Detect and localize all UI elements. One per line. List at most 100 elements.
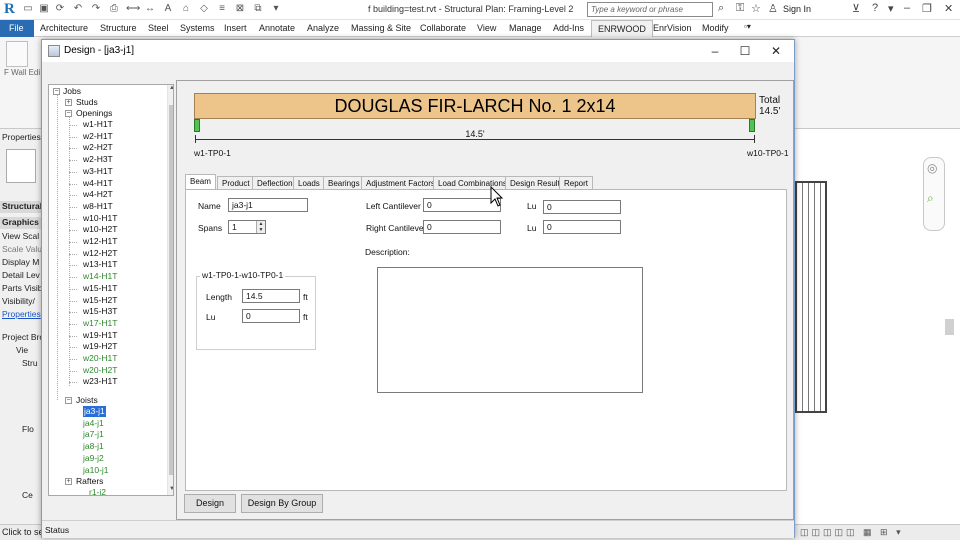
tree-node-jobs[interactable]: Jobs <box>63 86 81 97</box>
search-icon[interactable]: ⌕ <box>718 2 724 15</box>
tree-node-opening[interactable]: w15-H3T <box>83 306 117 317</box>
tree-node-opening[interactable]: w12-H2T <box>83 248 117 259</box>
collapse-joists-icon[interactable]: − <box>65 397 72 404</box>
tab-massing-site[interactable]: Massing & Site <box>351 23 411 33</box>
graphics-section[interactable]: Graphics <box>0 217 42 229</box>
jobs-tree[interactable]: − Jobs + Studs − Openings w1-H1T w2-H1T w2… <box>48 84 174 496</box>
scroll-down-icon[interactable]: ▼ <box>169 486 173 492</box>
keyword-search-input[interactable]: Type a keyword or phrase <box>587 2 713 17</box>
collapse-openings-icon[interactable]: − <box>65 110 72 117</box>
tab-insert[interactable]: Insert <box>224 23 247 33</box>
tree-scrollbar[interactable]: ▲ ▼ <box>167 85 173 495</box>
design-button[interactable]: Design <box>184 494 236 513</box>
tab-file[interactable]: File <box>0 20 34 37</box>
tree-node-opening[interactable]: w4-H2T <box>83 189 113 200</box>
tree-node-joist[interactable]: ja3-j1 <box>83 406 106 417</box>
tree-node-opening[interactable]: w14-H1T <box>83 271 117 282</box>
customize-qa-icon[interactable]: ▾ <box>270 3 282 15</box>
tree-node-opening[interactable]: w23-H1T <box>83 376 117 387</box>
open-icon[interactable]: ▭ <box>22 3 34 15</box>
tree-node-opening[interactable]: w8-H1T <box>83 201 113 212</box>
tab-report[interactable]: Report <box>559 176 594 190</box>
tab-loads[interactable]: Loads <box>293 176 325 190</box>
wall-edit-icon[interactable] <box>6 41 28 67</box>
tree-node-rafter-partial[interactable]: r1-j2 <box>89 487 106 495</box>
vertical-scrollbar[interactable] <box>945 319 954 335</box>
tree-node-opening[interactable]: w10-H1T <box>83 213 117 224</box>
cart-icon[interactable]: ⊻ <box>852 2 860 15</box>
prop-display-model[interactable]: Display M <box>2 257 42 267</box>
design-by-group-button[interactable]: Design By Group <box>241 494 323 513</box>
user-icon[interactable]: ♙ <box>768 2 778 15</box>
tree-node-opening[interactable]: w17-H1T <box>83 318 117 329</box>
close-icon[interactable]: ✕ <box>944 2 953 15</box>
tree-node-opening[interactable]: w20-H1T <box>83 353 117 364</box>
tree-node-joist[interactable]: ja8-j1 <box>83 441 104 452</box>
prop-view-scale[interactable]: View Scal <box>2 231 42 241</box>
type-selector-icon[interactable] <box>6 149 36 183</box>
tab-architecture[interactable]: Architecture <box>40 23 88 33</box>
tab-add-ins[interactable]: Add-Ins <box>553 23 584 33</box>
sync-icon[interactable]: ⟳ <box>54 3 66 15</box>
name-input[interactable]: ja3-j1 <box>228 198 308 212</box>
tree-node-opening[interactable]: w10-H2T <box>83 224 117 235</box>
subscription-icon[interactable]: ⚿ <box>736 2 744 15</box>
revit-logo[interactable]: R <box>4 1 18 18</box>
tree-node-rafters[interactable]: Rafters <box>76 476 103 487</box>
tree-node-opening[interactable]: w4-H1T <box>83 178 113 189</box>
tab-product[interactable]: Product <box>217 176 255 190</box>
favorites-icon[interactable]: ☆ <box>751 2 761 15</box>
section-icon[interactable]: ◇ <box>198 3 210 15</box>
properties-help-link[interactable]: Properties <box>2 309 42 319</box>
minimize-icon[interactable]: – <box>904 2 910 14</box>
tab-enrvision[interactable]: EnrVision <box>653 23 691 33</box>
tree-node-opening[interactable]: w12-H1T <box>83 236 117 247</box>
tree-node-opening[interactable]: w15-H1T <box>83 283 117 294</box>
sign-in-link[interactable]: Sign In <box>783 4 811 14</box>
dialog-maximize-button[interactable]: ☐ <box>730 42 760 60</box>
tab-bearings[interactable]: Bearings <box>323 176 365 190</box>
tab-view[interactable]: View <box>477 23 496 33</box>
tree-node-opening[interactable]: w2-H1T <box>83 131 113 142</box>
restore-icon[interactable]: ❐ <box>922 2 932 15</box>
tab-deflection[interactable]: Deflection <box>252 176 298 190</box>
zoom-icon[interactable]: ⌕ <box>927 191 934 206</box>
tab-adjustment-factors[interactable]: Adjustment Factors <box>361 176 440 190</box>
lu-span-input[interactable]: 0 <box>242 309 300 323</box>
thin-lines-icon[interactable]: ≡ <box>216 3 228 15</box>
tab-structure[interactable]: Structure <box>100 23 137 33</box>
tree-node-opening[interactable]: w19-H2T <box>83 341 117 352</box>
tree-node-opening[interactable]: w13-H1T <box>83 259 117 270</box>
tree-node-studs[interactable]: Studs <box>76 97 98 108</box>
tree-node-joist[interactable]: ja4-j1 <box>83 418 104 429</box>
tree-node-opening[interactable]: w2-H2T <box>83 142 113 153</box>
description-textarea[interactable] <box>377 267 643 393</box>
scroll-up-icon[interactable]: ▲ <box>169 85 173 91</box>
length-input[interactable]: 14.5 <box>242 289 300 303</box>
tab-beam[interactable]: Beam <box>185 174 216 190</box>
tab-enrwood[interactable]: ENRWOOD <box>591 20 653 37</box>
help-dropdown-icon[interactable]: ▾ <box>888 2 894 15</box>
prop-detail-level[interactable]: Detail Lev <box>2 270 42 280</box>
close-hidden-icon[interactable]: ⊠ <box>234 3 246 15</box>
expand-rafters-icon[interactable]: + <box>65 478 72 485</box>
tree-node-openings[interactable]: Openings <box>76 108 112 119</box>
tree-node-joist[interactable]: ja9-j2 <box>83 453 104 464</box>
collapse-jobs-icon[interactable]: − <box>53 88 60 95</box>
ribbon-options-icon[interactable]: ▫▾ <box>744 22 751 31</box>
measure-icon[interactable]: ⟷ <box>126 3 140 15</box>
redo-icon[interactable]: ↷ <box>90 3 102 15</box>
prop-parts-visibility[interactable]: Parts Visib <box>2 283 42 293</box>
tab-collaborate[interactable]: Collaborate <box>420 23 466 33</box>
tree-node-opening[interactable]: w20-H2T <box>83 365 117 376</box>
right-cantilever-input[interactable]: 0 <box>423 220 501 234</box>
print-icon[interactable]: ⎙ <box>108 3 120 15</box>
dialog-minimize-button[interactable]: – <box>700 42 730 60</box>
tab-analyze[interactable]: Analyze <box>307 23 339 33</box>
switch-windows-icon[interactable]: ⧉ <box>252 3 264 15</box>
prop-visibility[interactable]: Visibility/ <box>2 296 42 306</box>
save-icon[interactable]: ▣ <box>38 3 50 15</box>
tree-node-opening[interactable]: w3-H1T <box>83 166 113 177</box>
tree-scroll-thumb[interactable] <box>169 105 173 475</box>
drawing-canvas[interactable]: ◎ ⌕ <box>795 129 960 526</box>
